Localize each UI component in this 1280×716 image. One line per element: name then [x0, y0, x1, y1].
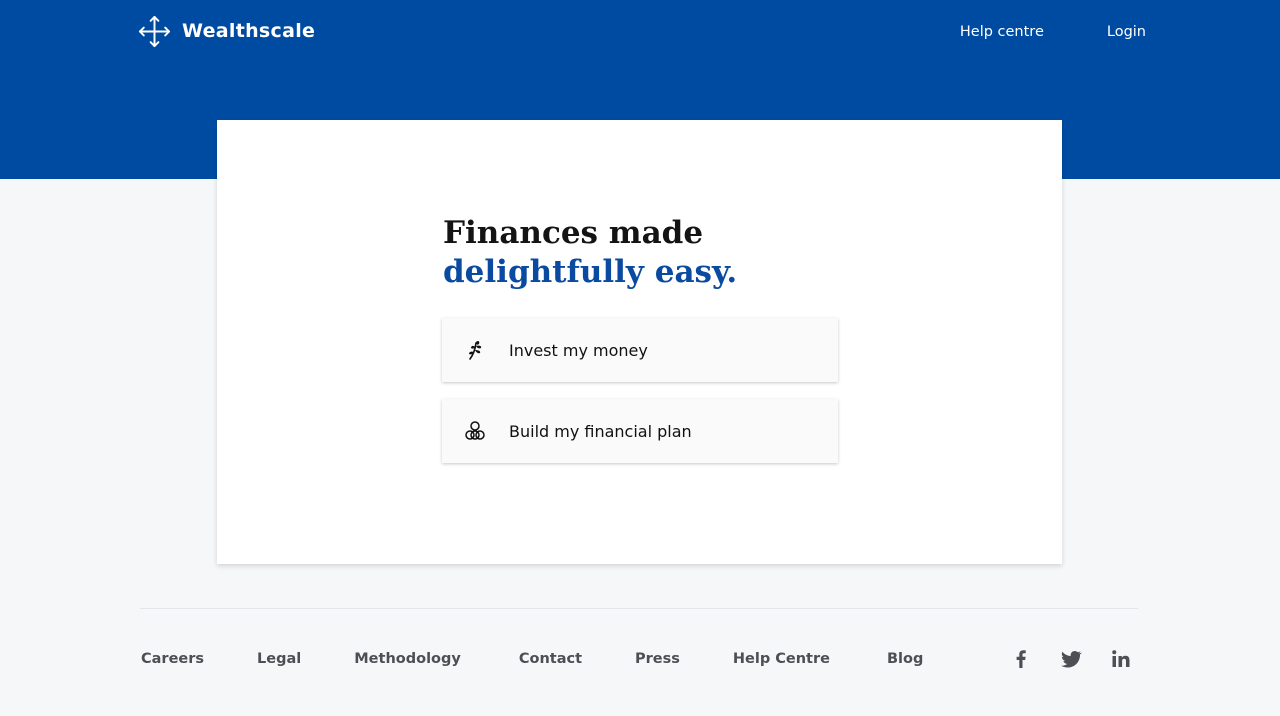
header-nav: Help centre Login — [960, 22, 1146, 42]
help-centre-link[interactable]: Help centre — [960, 22, 1044, 42]
sprout-icon — [463, 338, 487, 362]
footer-links: Careers Legal Methodology Contact Press … — [141, 649, 923, 669]
headline-line-1: Finances made — [443, 215, 704, 251]
footer-link-careers[interactable]: Careers — [141, 649, 204, 669]
twitter-icon[interactable] — [1059, 647, 1083, 671]
login-link[interactable]: Login — [1107, 22, 1146, 42]
top-navigation-bar: Wealthscale Help centre Login — [0, 0, 1280, 64]
brand-name: Wealthscale — [182, 20, 316, 42]
option-label: Invest my money — [509, 340, 648, 360]
footer-link-press[interactable]: Press — [635, 649, 680, 669]
footer-link-methodology[interactable]: Methodology — [354, 649, 461, 669]
four-arrows-icon — [137, 14, 172, 49]
invest-my-money-button[interactable]: Invest my money — [442, 318, 838, 382]
stacked-coins-icon — [463, 419, 487, 443]
brand-logo-link[interactable]: Wealthscale — [137, 13, 315, 49]
build-financial-plan-button[interactable]: Build my financial plan — [442, 399, 838, 463]
headline-line-2: delightfully easy. — [443, 254, 738, 290]
footer-link-contact[interactable]: Contact — [519, 649, 582, 669]
facebook-icon[interactable] — [1009, 647, 1033, 671]
footer-link-blog[interactable]: Blog — [887, 649, 923, 669]
option-label: Build my financial plan — [509, 421, 692, 441]
footer-divider — [140, 608, 1138, 609]
page-headline: Finances made delightfully easy. — [443, 214, 737, 292]
linkedin-icon[interactable] — [1109, 647, 1133, 671]
footer-link-legal[interactable]: Legal — [257, 649, 301, 669]
social-links — [1009, 647, 1133, 671]
footer-link-help-centre[interactable]: Help Centre — [733, 649, 830, 669]
main-card: Finances made delightfully easy. Invest … — [217, 120, 1062, 564]
